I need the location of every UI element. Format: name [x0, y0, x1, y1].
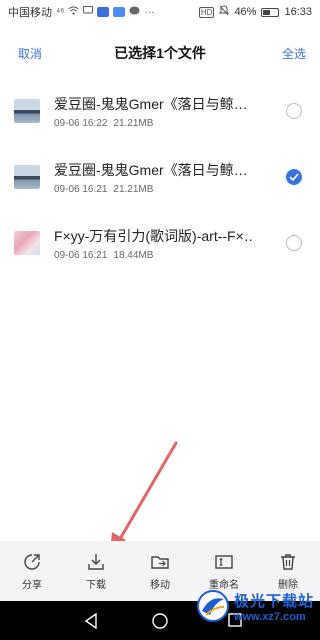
wifi-icon [68, 6, 80, 18]
share-label: 分享 [22, 579, 42, 591]
message-icon [83, 6, 94, 18]
share-icon [24, 553, 40, 570]
site-watermark: 极光下载站 www.xz7.com [196, 584, 314, 628]
move-button[interactable]: 移动 [128, 541, 192, 601]
trash-icon [281, 553, 295, 570]
file-date: 09-06 16:21 [54, 249, 108, 261]
more-icon: ··· [144, 6, 155, 18]
page-title: 已选择1个文件 [114, 45, 206, 61]
file-size: 21.21MB [113, 183, 154, 195]
file-info: 爱豆圈-鬼鬼Gmer《落日与鲸… 09-06 16:22 21.21MB [54, 94, 248, 129]
file-name: F×yy-万有引力(歌词版)-art--F×… [54, 227, 254, 244]
select-checkbox[interactable] [286, 103, 302, 119]
file-row[interactable]: 爱豆圈-鬼鬼Gmer《落日与鲸… 09-06 16:21 21.21MB [0, 144, 320, 210]
video-thumbnail [14, 165, 40, 189]
file-row[interactable]: 爱豆圈-鬼鬼Gmer《落日与鲸… 09-06 16:22 21.21MB [0, 78, 320, 144]
select-checkbox-checked[interactable] [286, 169, 302, 185]
file-meta: 09-06 16:21 18.44MB [54, 250, 254, 261]
battery-icon [261, 7, 280, 17]
file-info: F×yy-万有引力(歌词版)-art--F×… 09-06 16:21 18.44… [54, 226, 254, 261]
signal-icon: ⁴⁶ [56, 6, 65, 18]
cancel-button[interactable]: 取消 [18, 45, 42, 62]
select-all-button[interactable]: 全选 [282, 45, 306, 62]
file-size: 21.21MB [113, 117, 154, 129]
folder-move-icon [151, 555, 169, 569]
download-label: 下载 [86, 579, 106, 591]
app-notification-icon [97, 7, 110, 17]
back-icon[interactable] [84, 613, 98, 629]
clock: 16:33 [284, 6, 312, 18]
video-thumbnail [14, 231, 40, 255]
watermark-title: 极光下载站 [233, 592, 314, 610]
battery-percent: 46% [234, 6, 257, 18]
file-date: 09-06 16:22 [54, 117, 108, 129]
file-date: 09-06 16:21 [54, 183, 108, 195]
home-icon[interactable] [152, 613, 168, 629]
file-info: 爱豆圈-鬼鬼Gmer《落日与鲸… 09-06 16:21 21.21MB [54, 160, 248, 195]
selection-header: 取消 已选择1个文件 全选 [0, 38, 320, 68]
download-button[interactable]: 下载 [64, 541, 128, 601]
select-checkbox[interactable] [286, 235, 302, 251]
share-button[interactable]: 分享 [0, 541, 64, 601]
download-icon [88, 553, 104, 570]
file-meta: 09-06 16:22 21.21MB [54, 118, 248, 129]
hd-icon: HD [198, 6, 215, 18]
rename-icon [215, 554, 233, 569]
status-left: 中国移动 ⁴⁶ ··· [8, 4, 154, 20]
status-right: HD 46% 16:33 [198, 5, 312, 19]
video-thumbnail [14, 99, 40, 123]
file-name: 爱豆圈-鬼鬼Gmer《落日与鲸… [54, 161, 248, 178]
carrier-name: 中国移动 [8, 7, 52, 19]
watermark-url: www.xz7.com [233, 610, 306, 623]
status-bar: 中国移动 ⁴⁶ ··· HD 46% 16:33 [0, 0, 320, 24]
mute-icon [219, 5, 230, 19]
bluetooth-app-icon [113, 7, 126, 17]
file-meta: 09-06 16:21 21.21MB [54, 184, 248, 195]
file-row[interactable]: F×yy-万有引力(歌词版)-art--F×… 09-06 16:21 18.44… [0, 210, 320, 276]
file-list: 爱豆圈-鬼鬼Gmer《落日与鲸… 09-06 16:22 21.21MB 爱豆圈-… [0, 78, 320, 276]
aurora-logo [196, 590, 229, 622]
move-label: 移动 [150, 579, 170, 591]
file-name: 爱豆圈-鬼鬼Gmer《落日与鲸… [54, 95, 248, 112]
watermark-text: 极光下载站 www.xz7.com [234, 590, 314, 623]
chat-icon [129, 6, 140, 19]
check-icon [289, 173, 299, 181]
file-size: 18.44MB [113, 249, 154, 261]
